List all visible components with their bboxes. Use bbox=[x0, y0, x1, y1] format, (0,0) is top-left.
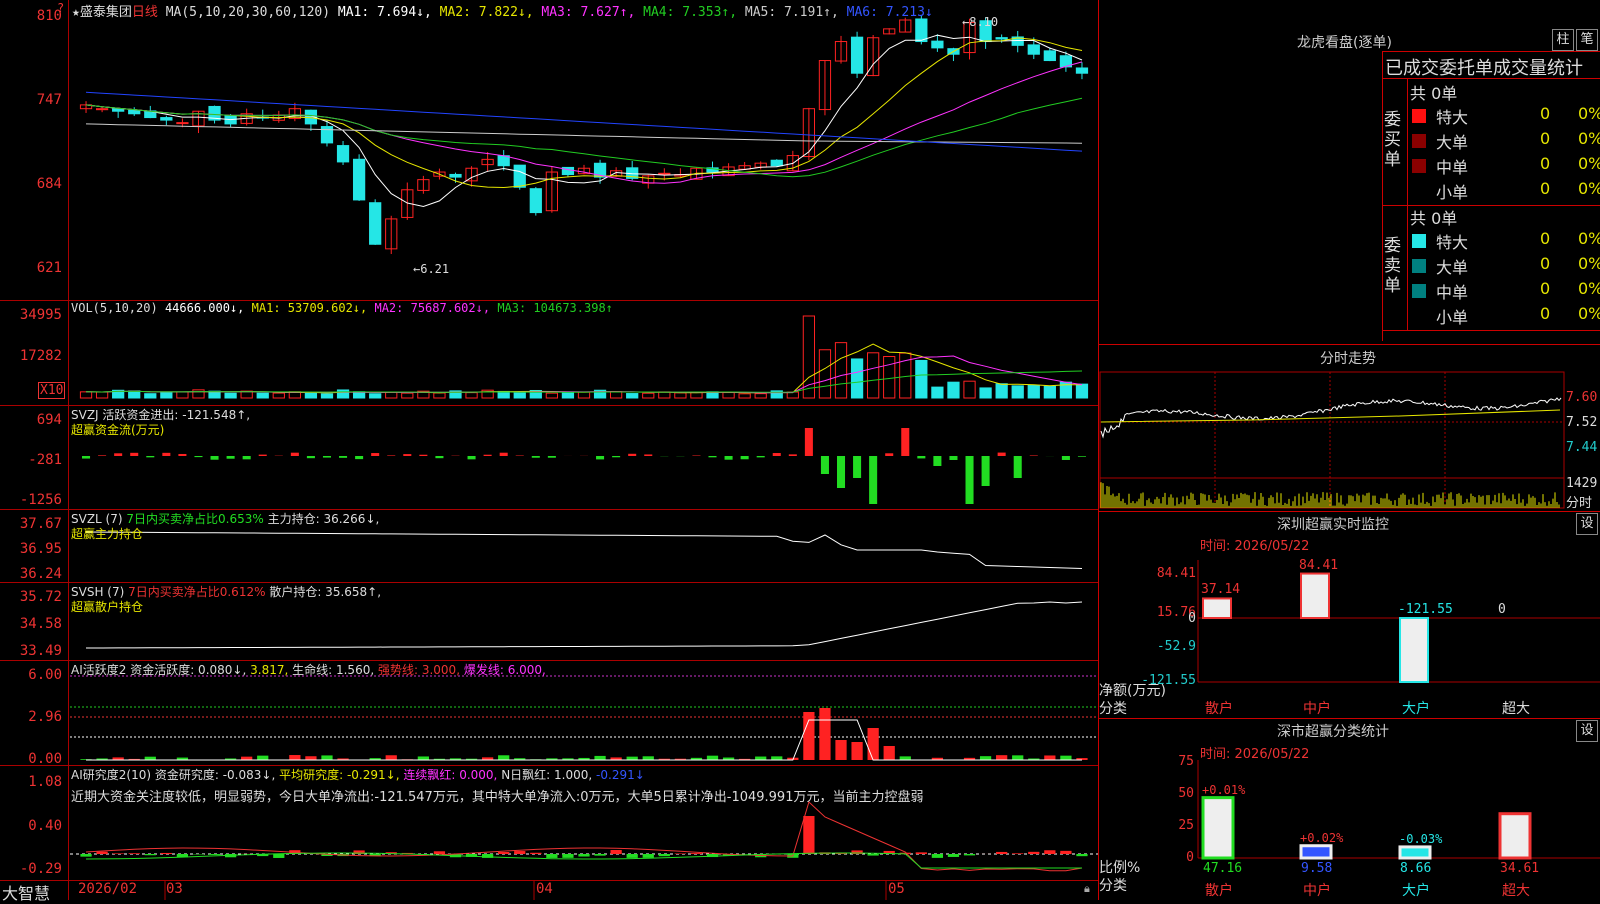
classify-bar bbox=[1500, 814, 1530, 858]
classify-value: 9.58 bbox=[1301, 861, 1332, 876]
classify-svg bbox=[0, 0, 1600, 900]
classify-bar bbox=[1203, 798, 1233, 858]
classify-change: -0.03% bbox=[1399, 832, 1442, 846]
classify-category: 大户 bbox=[1402, 880, 1430, 900]
classify-bar bbox=[1301, 846, 1331, 858]
classify-value: 47.16 bbox=[1203, 861, 1242, 876]
classify-change: +0.01% bbox=[1202, 783, 1245, 797]
classify-bar bbox=[1400, 847, 1430, 858]
classify-category: 超大 bbox=[1502, 880, 1530, 900]
classify-category: 散户 bbox=[1205, 880, 1233, 900]
classify-value: 34.61 bbox=[1500, 861, 1539, 876]
classify-value: 8.66 bbox=[1400, 861, 1431, 876]
classify-category: 中户 bbox=[1303, 880, 1331, 900]
classify-change: +0.02% bbox=[1300, 831, 1343, 845]
